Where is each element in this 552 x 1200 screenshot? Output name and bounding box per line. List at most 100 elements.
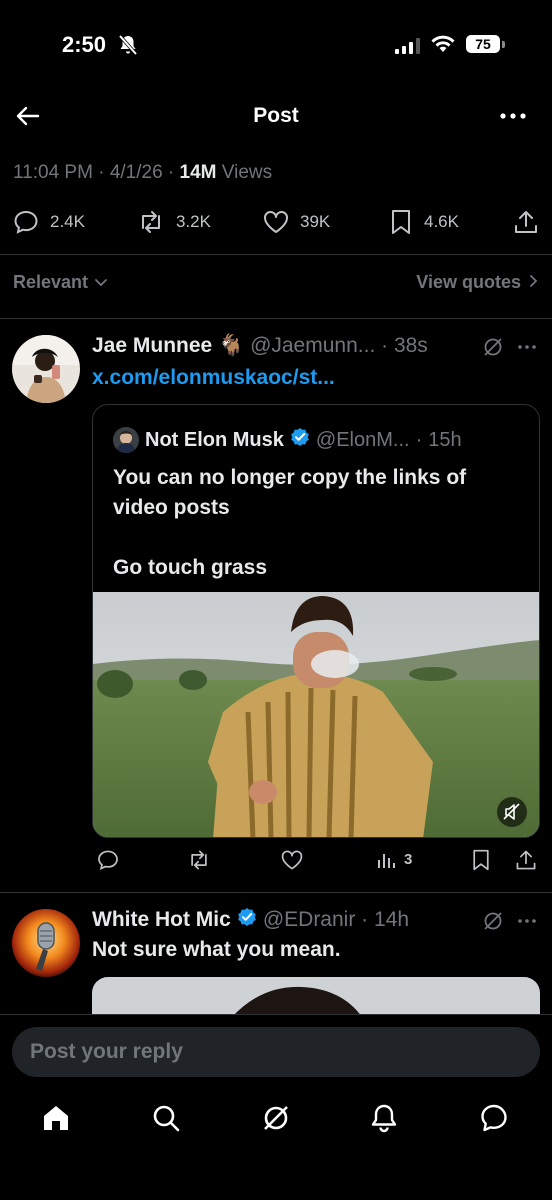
views-count: 3 bbox=[404, 850, 413, 868]
views-label: Views bbox=[221, 162, 273, 183]
chevron-down-icon bbox=[94, 272, 108, 293]
views-count: 14M bbox=[179, 162, 217, 183]
quote-header: Not Elon Musk @ElonM... · 15h bbox=[113, 427, 462, 453]
repost-count: 3.2K bbox=[176, 212, 211, 231]
sort-dropdown[interactable]: Relevant bbox=[13, 272, 108, 293]
post-meta: 11:04 PM · 4/1/26 · 14M Views bbox=[13, 162, 272, 184]
reply-age: 14h bbox=[374, 908, 410, 931]
views-button[interactable]: 3 bbox=[376, 848, 412, 870]
meta-sep: · bbox=[375, 334, 394, 357]
quote-text-line: Go touch grass bbox=[113, 556, 268, 579]
battery-indicator: 75 bbox=[466, 35, 500, 53]
bookmark-button[interactable] bbox=[470, 848, 492, 872]
post-actions: 2.4K 3.2K 39K 4.6K bbox=[0, 208, 552, 244]
share-button[interactable] bbox=[514, 848, 538, 872]
more-options-icon[interactable] bbox=[516, 338, 538, 361]
reply-age: 38s bbox=[393, 334, 428, 357]
sort-row: Relevant View quotes bbox=[13, 272, 539, 298]
quote-author-name: Not Elon Musk bbox=[145, 428, 284, 451]
bookmark-button[interactable]: 4.6K bbox=[388, 208, 459, 236]
chat-bubble-icon bbox=[481, 1104, 507, 1132]
reply-actions: 3 bbox=[92, 848, 540, 878]
quote-author-handle: @ElonM... bbox=[315, 428, 410, 451]
reply-header: Jae Munnee 🐐 @Jaemunn... · 38s bbox=[92, 334, 428, 358]
reply-icon bbox=[98, 850, 118, 871]
quote-text: You can no longer copy the links of vide… bbox=[113, 463, 523, 583]
repost-icon bbox=[136, 208, 166, 236]
reply-link[interactable]: x.com/elonmuskaoc/st... bbox=[92, 366, 335, 390]
reply-button[interactable]: 2.4K bbox=[12, 208, 85, 236]
divider bbox=[0, 892, 552, 893]
reply-media[interactable] bbox=[92, 977, 540, 1017]
video-frame bbox=[93, 592, 539, 837]
heart-icon bbox=[262, 208, 290, 236]
more-options-icon[interactable] bbox=[516, 912, 538, 935]
meta-sep: · bbox=[415, 428, 423, 451]
reply-icon bbox=[12, 208, 40, 236]
like-count: 39K bbox=[300, 212, 331, 231]
search-icon bbox=[153, 1105, 180, 1132]
status-bar: 2:50 75 bbox=[0, 0, 552, 90]
avatar[interactable] bbox=[12, 909, 80, 977]
tab-grok[interactable] bbox=[256, 1098, 296, 1138]
author-name[interactable]: White Hot Mic bbox=[92, 908, 231, 932]
author-handle: @Jaemunn... bbox=[250, 334, 376, 357]
verified-badge-icon bbox=[290, 427, 310, 453]
chevron-right-icon bbox=[529, 272, 539, 293]
share-icon bbox=[516, 850, 536, 870]
divider bbox=[0, 318, 552, 319]
bell-icon bbox=[371, 1104, 397, 1133]
repost-icon bbox=[191, 850, 207, 870]
quote-card[interactable]: Not Elon Musk @ElonM... · 15h You can no l… bbox=[92, 404, 540, 838]
tab-messages[interactable] bbox=[474, 1098, 514, 1138]
grok-icon[interactable] bbox=[482, 910, 504, 937]
views-chart-icon bbox=[378, 854, 395, 868]
goat-emoji: 🐐 bbox=[218, 334, 245, 357]
bell-slash-icon bbox=[118, 34, 138, 61]
cell-signal-icon bbox=[395, 38, 421, 59]
reply-button[interactable] bbox=[96, 848, 120, 872]
tab-home[interactable] bbox=[36, 1098, 76, 1138]
heart-icon bbox=[281, 850, 303, 870]
tab-search[interactable] bbox=[146, 1098, 186, 1138]
like-button[interactable] bbox=[280, 848, 304, 872]
mute-button[interactable] bbox=[497, 797, 527, 827]
bookmark-count: 4.6K bbox=[424, 212, 459, 231]
verified-badge-icon bbox=[237, 907, 257, 933]
video-player[interactable] bbox=[93, 592, 539, 837]
quote-text-line: You can no longer copy the links of vide… bbox=[113, 466, 467, 519]
grok-icon bbox=[264, 1106, 288, 1130]
view-quotes-link[interactable]: View quotes bbox=[416, 272, 539, 293]
reply-count: 2.4K bbox=[50, 212, 85, 231]
speaker-muted-icon bbox=[503, 803, 520, 820]
share-button[interactable] bbox=[512, 208, 540, 236]
tab-bar bbox=[0, 1098, 552, 1148]
repost-button[interactable]: 3.2K bbox=[136, 208, 211, 236]
reply-input[interactable]: Post your reply bbox=[12, 1027, 540, 1077]
tab-notifications[interactable] bbox=[364, 1098, 404, 1138]
meta-sep: · bbox=[98, 162, 110, 183]
reply-header: White Hot Mic @EDranir · 14h bbox=[92, 907, 409, 933]
grok-icon[interactable] bbox=[482, 336, 504, 363]
repost-button[interactable] bbox=[186, 848, 212, 872]
divider bbox=[0, 254, 552, 255]
home-icon bbox=[44, 1106, 68, 1130]
share-icon bbox=[512, 208, 540, 236]
status-time: 2:50 bbox=[62, 32, 107, 57]
post-date: 4/1/26 bbox=[109, 162, 163, 183]
page-title: Post bbox=[253, 104, 299, 127]
view-quotes-label: View quotes bbox=[416, 272, 521, 292]
avatar[interactable] bbox=[12, 335, 80, 403]
wifi-icon bbox=[430, 34, 456, 59]
quote-age: 15h bbox=[428, 428, 462, 451]
battery-nub bbox=[502, 41, 505, 48]
more-options-icon[interactable] bbox=[498, 102, 528, 135]
author-handle: @EDranir bbox=[262, 908, 356, 931]
post-time: 11:04 PM bbox=[13, 162, 93, 183]
sort-label: Relevant bbox=[13, 272, 89, 292]
author-name[interactable]: Jae Munnee bbox=[92, 334, 212, 357]
reply-text: Not sure what you mean. bbox=[92, 938, 341, 961]
meta-sep: · bbox=[167, 162, 180, 183]
like-button[interactable]: 39K bbox=[262, 208, 330, 236]
quote-avatar bbox=[113, 427, 139, 453]
